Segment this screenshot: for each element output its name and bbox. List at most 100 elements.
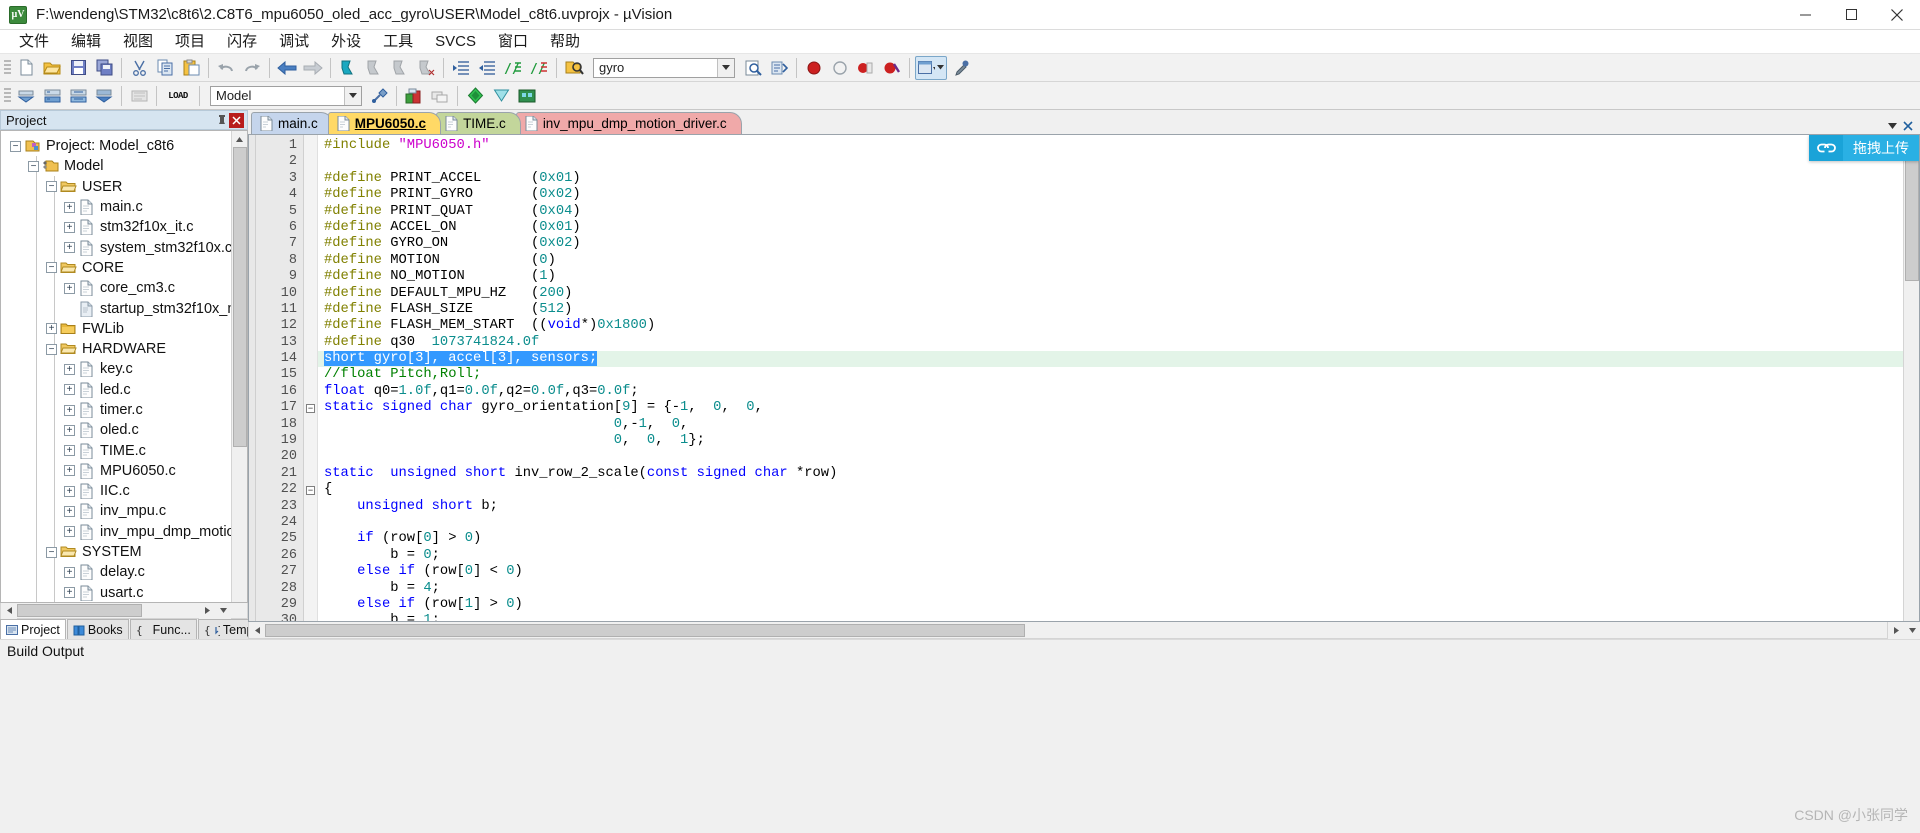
code-line[interactable]: #define PRINT_QUAT (0x04) <box>318 204 1903 220</box>
code-folding-column[interactable]: − − <box>304 135 318 621</box>
bookmark-toggle-icon[interactable] <box>336 56 360 80</box>
expand-icon[interactable]: + <box>64 465 75 477</box>
code-line[interactable]: if (row[0] > 0) <box>318 531 1903 547</box>
download-icon[interactable]: LOAD <box>161 86 195 106</box>
tree-item-system_stm32f10x.c[interactable]: + system_stm32f10x.c <box>1 237 231 257</box>
tree-item-core[interactable]: − CORE <box>1 258 231 278</box>
code-line[interactable]: static signed char gyro_orientation[9] =… <box>318 400 1903 416</box>
project-tree-vertical-scrollbar[interactable] <box>231 131 247 602</box>
component-green-icon[interactable] <box>489 84 513 108</box>
tree-item-fwlib[interactable]: + FWLib <box>1 319 231 339</box>
code-horizontal-scrollbar[interactable] <box>248 622 1888 639</box>
menu-tools[interactable]: 工具 <box>372 31 424 53</box>
navigate-back-icon[interactable] <box>275 56 299 80</box>
close-icon[interactable] <box>1900 118 1916 134</box>
tree-item-main.c[interactable]: + main.c <box>1 197 231 217</box>
editor-tab-time.c[interactable]: TIME.c <box>436 112 521 134</box>
enable-breakpoints-icon[interactable] <box>854 56 878 80</box>
project-tree-horizontal-scrollbar[interactable] <box>0 602 248 619</box>
tab-books[interactable]: Books <box>66 619 129 639</box>
code-line[interactable]: #define NO_MOTION (1) <box>318 269 1903 285</box>
close-icon[interactable] <box>229 112 244 128</box>
editor-tab-mpu6050.c[interactable]: MPU6050.c <box>327 112 442 134</box>
code-line[interactable]: static unsigned short inv_row_2_scale(co… <box>318 466 1903 482</box>
code-line[interactable]: #define FLASH_SIZE (512) <box>318 302 1903 318</box>
tree-item-user[interactable]: − USER <box>1 177 231 197</box>
editor-tab-inv_mpu_dmp_motion_driver.c[interactable]: inv_mpu_dmp_motion_driver.c <box>515 112 742 134</box>
tree-item-model[interactable]: − Model <box>1 156 231 176</box>
tree-item-startup_stm32f10x_md.s[interactable]: startup_stm32f10x_md.s <box>1 298 231 318</box>
upload-widget[interactable]: 拖拽上传 <box>1809 135 1919 161</box>
menu-file[interactable]: 文件 <box>8 31 60 53</box>
tree-item-key.c[interactable]: + key.c <box>1 359 231 379</box>
expand-icon[interactable]: + <box>64 587 75 599</box>
build-icon[interactable] <box>40 84 64 108</box>
code-line[interactable]: 0, 0, 1}; <box>318 433 1903 449</box>
menu-help[interactable]: 帮助 <box>539 31 591 53</box>
tab-project[interactable]: Project <box>0 619 66 639</box>
menu-window[interactable]: 窗口 <box>487 31 539 53</box>
scroll-right-icon[interactable] <box>1888 622 1904 638</box>
scrollbar-thumb[interactable] <box>1904 151 1919 281</box>
code-line[interactable]: #define GYRO_ON (0x02) <box>318 236 1903 252</box>
new-file-icon[interactable] <box>14 56 38 80</box>
collapse-icon[interactable]: − <box>46 546 57 558</box>
bookmark-prev-icon[interactable] <box>362 56 386 80</box>
paste-icon[interactable] <box>179 56 203 80</box>
tree-item-time.c[interactable]: + TIME.c <box>1 440 231 460</box>
code-line[interactable]: #define MOTION (0) <box>318 253 1903 269</box>
chevron-down-icon[interactable] <box>1884 118 1900 134</box>
breakpoint-icon[interactable] <box>802 56 826 80</box>
expand-icon[interactable]: + <box>64 526 75 538</box>
kill-all-breakpoints-icon[interactable] <box>880 56 904 80</box>
code-line[interactable]: #define DEFAULT_MPU_HZ (200) <box>318 286 1903 302</box>
expand-icon[interactable]: + <box>64 363 75 375</box>
tree-item-timer.c[interactable]: + timer.c <box>1 400 231 420</box>
incremental-find-icon[interactable] <box>741 56 765 80</box>
component-blue-icon[interactable] <box>463 84 487 108</box>
editor-tab-main.c[interactable]: main.c <box>251 112 333 134</box>
redo-icon[interactable] <box>240 56 264 80</box>
disabled-breakpoint-icon[interactable] <box>828 56 852 80</box>
fold-marker[interactable]: − <box>304 482 317 498</box>
manage-project-items-icon[interactable] <box>402 84 426 108</box>
toolbar-grip[interactable] <box>4 57 11 78</box>
tree-item-system[interactable]: − SYSTEM <box>1 542 231 562</box>
configure-icon[interactable] <box>949 56 973 80</box>
code-line[interactable]: else if (row[1] > 0) <box>318 597 1903 613</box>
tree-item-mpu6050.c[interactable]: + MPU6050.c <box>1 461 231 481</box>
code-line[interactable]: //float Pitch,Roll; <box>318 367 1903 383</box>
tree-item-inv_mpu_dmp_motion_driver.c[interactable]: + inv_mpu_dmp_motion_driver.c <box>1 522 231 542</box>
scroll-left-icon[interactable] <box>249 622 265 638</box>
expand-icon[interactable]: + <box>64 445 75 457</box>
scroll-left-icon[interactable] <box>1 602 17 619</box>
tree-item-led.c[interactable]: + led.c <box>1 380 231 400</box>
menu-debug[interactable]: 调试 <box>268 31 320 53</box>
menu-view[interactable]: 视图 <box>112 31 164 53</box>
target-options-icon[interactable] <box>367 84 391 108</box>
tree-item-iic.c[interactable]: + IIC.c <box>1 481 231 501</box>
project-tree[interactable]: − Project: Model_c8t6− Model − USER + main.c + s… <box>1 131 231 602</box>
expand-icon[interactable]: + <box>64 485 75 497</box>
bookmark-next-icon[interactable] <box>388 56 412 80</box>
scroll-right-icon[interactable] <box>199 602 215 619</box>
menu-flash[interactable]: 闪存 <box>216 31 268 53</box>
code-line[interactable] <box>318 515 1903 531</box>
window-layout-icon[interactable] <box>915 55 947 80</box>
tree-item-project-model_c8t6[interactable]: − Project: Model_c8t6 <box>1 136 231 156</box>
undo-icon[interactable] <box>214 56 238 80</box>
collapse-icon[interactable]: − <box>306 485 315 495</box>
expand-icon[interactable]: + <box>64 505 75 517</box>
tab-functions[interactable]: { } Func... <box>129 619 197 639</box>
scroll-down-icon[interactable] <box>1904 622 1920 638</box>
collapse-icon[interactable]: − <box>46 262 57 274</box>
code-vertical-scrollbar[interactable] <box>1903 135 1919 621</box>
pin-icon[interactable] <box>215 112 229 128</box>
toolbar-grip[interactable] <box>4 85 11 106</box>
code-line[interactable]: #define ACCEL_ON (0x01) <box>318 220 1903 236</box>
open-file-icon[interactable] <box>40 56 64 80</box>
code-line[interactable]: #define PRINT_ACCEL (0x01) <box>318 171 1903 187</box>
batch-build-icon[interactable] <box>92 84 116 108</box>
target-value[interactable]: Model <box>211 88 344 103</box>
tree-item-hardware[interactable]: − HARDWARE <box>1 339 231 359</box>
